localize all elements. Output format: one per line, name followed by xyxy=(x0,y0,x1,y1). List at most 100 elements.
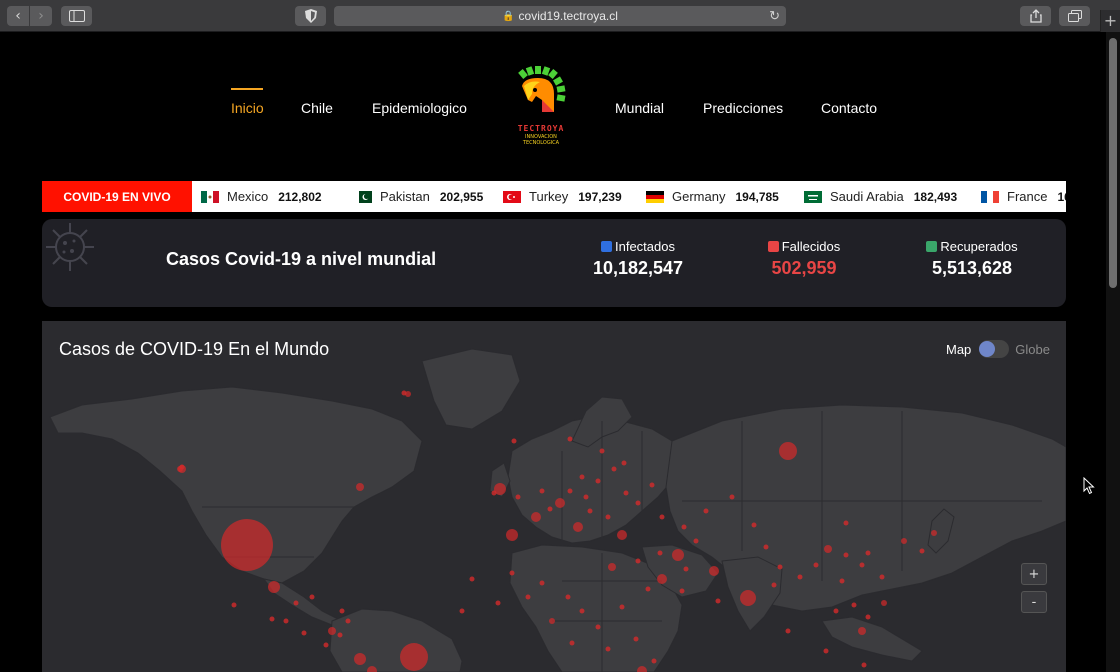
bubble-turkey xyxy=(617,530,627,540)
active-nav-indicator xyxy=(231,88,263,90)
trojan-helmet-icon xyxy=(518,66,566,112)
nav-item-predicciones[interactable]: Predicciones xyxy=(703,100,783,116)
nav-item-chile[interactable]: Chile xyxy=(301,100,333,116)
bubble-china xyxy=(824,545,832,553)
shield-icon xyxy=(304,9,317,23)
tab-overview-button[interactable] xyxy=(1059,6,1090,26)
mexico-flag-icon xyxy=(201,190,219,203)
zoom-out-button[interactable]: - xyxy=(1021,591,1047,613)
share-icon xyxy=(1029,9,1042,23)
south-america-region xyxy=(329,608,463,672)
ticker-item-germany: Germany 194,785 xyxy=(646,181,779,212)
ticker-item-turkey: Turkey 197,239 xyxy=(503,181,622,212)
logo-brand-text: TECTROYA xyxy=(517,124,565,133)
global-title: Casos Covid-19 a nivel mundial xyxy=(166,249,437,269)
site-header: Inicio Chile Epidemiologico Mundial Pred… xyxy=(0,32,1106,180)
mouse-cursor-icon xyxy=(1083,477,1095,495)
saudi-arabia-flag-icon xyxy=(804,190,822,203)
chevron-left-icon: ‹ xyxy=(15,8,21,24)
live-ticker: COVID-19 EN VIVO Mexico 212,802 Pakistan… xyxy=(42,181,1066,212)
deaths-value: 502,959 xyxy=(771,258,837,278)
bubble-brazil xyxy=(400,643,428,671)
toggle-globe-label[interactable]: Globe xyxy=(1015,342,1050,357)
browser-toolbar: ‹ › 🔒 covid19.tectroya.cl ↻ + xyxy=(0,0,1120,32)
url-text: covid19.tectroya.cl xyxy=(518,9,618,23)
greenland-region xyxy=(421,348,521,430)
pakistan-flag-icon xyxy=(354,190,372,203)
bubble-india xyxy=(740,590,756,606)
ticker-country: Germany xyxy=(672,189,726,204)
site-logo[interactable]: TECTROYA INNOVACION TECNOLOGICA xyxy=(502,66,580,148)
ticker-country: France xyxy=(1007,189,1048,204)
bubble-peru xyxy=(354,653,366,665)
new-tab-button[interactable]: + xyxy=(1100,10,1120,32)
map-title: Casos de COVID-19 En el Mundo xyxy=(59,339,330,359)
page-scrollbar[interactable] xyxy=(1106,32,1120,672)
share-button[interactable] xyxy=(1020,6,1051,26)
reload-icon[interactable]: ↻ xyxy=(769,8,780,24)
logo-tagline: INNOVACION TECNOLOGICA xyxy=(502,134,580,146)
deaths-legend-swatch xyxy=(767,241,779,252)
toggle-map-label[interactable]: Map xyxy=(946,342,971,357)
stat-deaths: Fallecidos 502,959 xyxy=(756,239,852,279)
southeast-asia-region xyxy=(821,616,923,662)
bubble-canada-east xyxy=(356,483,364,491)
recovered-value: 5,513,628 xyxy=(931,258,1013,278)
bubble-usa xyxy=(221,519,273,571)
back-button[interactable]: ‹ xyxy=(7,6,29,26)
ticker-value: 182,493 xyxy=(913,189,958,204)
infected-label: Infectados xyxy=(615,239,675,254)
ticker-item-pakistan: Pakistan 202,955 xyxy=(354,181,483,212)
deaths-label: Fallecidos xyxy=(781,239,841,254)
zoom-in-button[interactable]: + xyxy=(1021,563,1047,585)
world-map-card: Casos de COVID-19 En el Mundo Map Globe … xyxy=(42,321,1066,672)
logo-tagline-line2: TECNOLOGICA xyxy=(522,140,560,146)
bubble-egypt xyxy=(608,563,616,571)
nav-item-contacto[interactable]: Contacto xyxy=(821,100,877,116)
recovered-legend-swatch xyxy=(926,241,938,252)
privacy-report-button[interactable] xyxy=(295,6,326,26)
ticker-country: Saudi Arabia xyxy=(830,189,904,204)
address-bar[interactable]: 🔒 covid19.tectroya.cl ↻ xyxy=(334,6,786,26)
stat-recovered: Recuperados 5,513,628 xyxy=(922,239,1022,279)
nav-item-inicio[interactable]: Inicio xyxy=(231,100,264,116)
infected-legend-swatch xyxy=(601,241,612,252)
ticker-value: 194,785 xyxy=(735,189,779,204)
map-globe-switch[interactable] xyxy=(979,340,1010,358)
ticker-value: 16 xyxy=(1057,189,1066,204)
france-flag-icon xyxy=(981,190,999,203)
turkey-flag-icon xyxy=(503,190,521,203)
bubble-germany xyxy=(555,498,565,508)
bubble-france xyxy=(531,512,541,522)
tabs-icon xyxy=(1067,10,1082,22)
bubble-spain xyxy=(506,529,518,541)
bubble-pakistan xyxy=(709,566,719,576)
map-globe-toggle: Map Globe xyxy=(946,340,1050,358)
infected-value: 10,182,547 xyxy=(592,258,684,278)
world-map[interactable] xyxy=(42,321,1066,672)
ticker-country: Pakistan xyxy=(380,189,430,204)
forward-button[interactable]: › xyxy=(30,6,52,26)
ticker-value: 202,955 xyxy=(439,189,484,204)
bubble-italy xyxy=(573,522,583,532)
ticker-country: Mexico xyxy=(227,189,269,204)
stat-infected: Infectados 10,182,547 xyxy=(590,239,686,279)
nav-item-mundial[interactable]: Mundial xyxy=(615,100,664,116)
bubble-korea xyxy=(901,538,907,544)
nav-item-epidemiologico[interactable]: Epidemiologico xyxy=(372,100,467,116)
bubble-iran xyxy=(672,549,684,561)
bubble-saudi xyxy=(657,574,667,584)
live-label: COVID-19 EN VIVO xyxy=(42,181,192,212)
bubble-mexico xyxy=(268,581,280,593)
bubble-philippines xyxy=(881,600,887,606)
bubble-colombia xyxy=(328,627,336,635)
bubble-indonesia xyxy=(858,627,866,635)
scrollbar-thumb[interactable] xyxy=(1109,38,1117,288)
switch-knob xyxy=(979,341,996,357)
sidebar-toggle-button[interactable] xyxy=(61,6,92,26)
chevron-right-icon: › xyxy=(38,8,44,24)
ticker-item-saudi-arabia: Saudi Arabia 182,493 xyxy=(804,181,957,212)
lock-icon: 🔒 xyxy=(502,10,515,22)
bubble-nigeria xyxy=(549,618,555,624)
ticker-value: 212,802 xyxy=(278,189,322,204)
